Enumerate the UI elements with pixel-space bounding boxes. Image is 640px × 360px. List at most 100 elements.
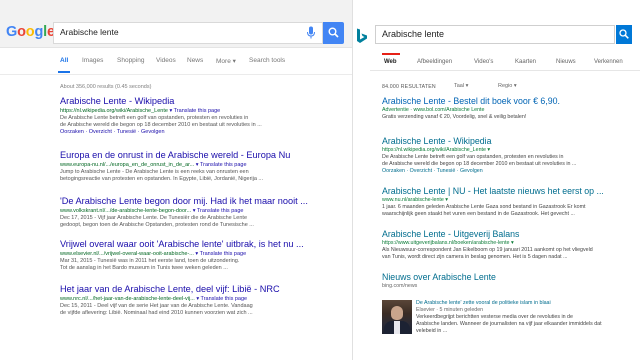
- result-snippet: Dec 17, 2015 - Vijf jaar Arabische Lente…: [60, 215, 248, 221]
- result-title[interactable]: 'De Arabische Lente begon door mij. Had …: [60, 196, 345, 207]
- translate-link[interactable]: ▾ Translate this page: [193, 208, 244, 214]
- search-result: 'De Arabische Lente begon door mij. Had …: [60, 196, 345, 229]
- result-url: https://www.uitgeverijbalans.nl/boeken/a…: [382, 240, 514, 246]
- news-thumbnail[interactable]: [382, 300, 412, 334]
- tab-web[interactable]: Web: [384, 59, 397, 65]
- result-url-line: www.volkskrant.nl/.../de-arabische-lente…: [60, 208, 345, 215]
- result-count: 84.000 RESULTATEN: [382, 84, 436, 90]
- result-snippet: De Arabische Lente betreft een golf van …: [382, 154, 564, 160]
- tab-more[interactable]: More ▾: [216, 57, 236, 65]
- result-url-line: www.nrc.nl/.../het-jaar-van-de-arabische…: [60, 296, 345, 303]
- translate-link[interactable]: ▾ Translate this page: [169, 108, 220, 114]
- result-title[interactable]: Vrijwel overal waar ooit 'Arabische lent…: [60, 239, 345, 250]
- tab-images[interactable]: Images: [82, 57, 103, 64]
- news-source: bing.com/news: [382, 283, 418, 289]
- search-result: Het jaar van de Arabische Lente, deel vi…: [60, 284, 345, 317]
- result-snippet: Dec 15, 2011 - Deel vijf van de serie He…: [60, 303, 253, 309]
- news-block: Nieuws over Arabische Lente bing.com/new…: [382, 272, 634, 342]
- active-tab-indicator: [58, 71, 70, 73]
- translate-link[interactable]: ▾ Translate this page: [196, 162, 247, 168]
- result-snippet: waarschijnlijk geen staakt het vuren een…: [382, 211, 575, 217]
- search-result: Arabische Lente - Uitgeverij Balans http…: [382, 229, 634, 261]
- tab-videos[interactable]: Video's: [474, 59, 493, 65]
- language-filter[interactable]: Taal ▾: [454, 83, 468, 89]
- google-logo[interactable]: Google: [6, 24, 55, 40]
- result-snippet: betogingsreactie van protesten en opstan…: [60, 176, 264, 182]
- ad-result: Arabische Lente - Bestel dit boek voor €…: [382, 96, 634, 121]
- result-snippet: Jump to Arabische Lente - De Arabische L…: [60, 169, 249, 175]
- logo-letter: o: [17, 24, 26, 40]
- tab-all[interactable]: All: [60, 57, 68, 64]
- tab-news[interactable]: News: [187, 57, 203, 64]
- result-snippet: Als Nieuwsuur-correspondent Jan Eikelboo…: [382, 247, 593, 253]
- result-title[interactable]: Arabische Lente - Bestel dit boek voor €…: [382, 96, 634, 107]
- result-title[interactable]: Arabische Lente - Uitgeverij Balans: [382, 229, 634, 240]
- news-snippet: velebeid in ...: [416, 328, 448, 334]
- logo-letter: g: [34, 24, 44, 40]
- search-result: Arabische Lente - Wikipedia https://nl.w…: [60, 96, 345, 136]
- translate-link[interactable]: ▾ Translate this page: [195, 251, 246, 257]
- search-query: Arabische lente: [382, 29, 445, 39]
- result-url-line: www.europa-nu.nl/.../europa_en_de_onrust…: [60, 162, 345, 169]
- divider: [0, 74, 352, 75]
- result-snippet: van Tunis, wordt direct zijn camera in b…: [382, 254, 568, 260]
- bing-logo-icon: [357, 28, 367, 43]
- divider: [370, 70, 640, 71]
- result-snippet: de Arabische wereld die begon op 18 dece…: [382, 161, 577, 167]
- bing-search-button[interactable]: [616, 25, 632, 44]
- tab-afbeeldingen[interactable]: Afbeeldingen: [417, 59, 452, 65]
- thumbnail-figure: [394, 321, 400, 334]
- result-title[interactable]: Arabische Lente | NU - Het laatste nieuw…: [382, 186, 634, 197]
- result-title[interactable]: Europa en de onrust in de Arabische were…: [60, 150, 345, 161]
- news-title[interactable]: Nieuws over Arabische Lente: [382, 272, 634, 283]
- result-snippet: gedoopt, begon toen de Arabische Opstand…: [60, 222, 254, 228]
- thumbnail-figure: [391, 306, 403, 320]
- search-icon: [619, 29, 629, 39]
- result-title[interactable]: Het jaar van de Arabische Lente, deel vi…: [60, 284, 345, 295]
- translate-link[interactable]: ▾ Translate this page: [196, 296, 247, 302]
- search-result: Vrijwel overal waar ooit 'Arabische lent…: [60, 239, 345, 272]
- result-url: www.elsevier.nl/.../vrijwel-overal-waar-…: [60, 251, 194, 257]
- result-url: www.nrc.nl/.../het-jaar-van-de-arabische…: [60, 296, 195, 302]
- tab-shopping[interactable]: Shopping: [117, 57, 144, 64]
- result-snippet: Tot de aanslag in het Bardo museum in Tu…: [60, 265, 228, 271]
- tab-search-tools[interactable]: Search tools: [249, 57, 285, 64]
- microphone-icon[interactable]: [306, 26, 316, 40]
- tab-verkennen[interactable]: Verkennen: [594, 59, 623, 65]
- result-title[interactable]: Arabische Lente - Wikipedia: [382, 136, 634, 147]
- tab-videos[interactable]: Videos: [156, 57, 176, 64]
- result-snippet: 1 jaar. 6 maanden geleden Arabische Lent…: [382, 204, 586, 210]
- result-url: https://nl.wikipedia.org/wiki/Arabische_…: [382, 147, 491, 153]
- result-url: https://nl.wikipedia.org/wiki/Arabische_…: [60, 108, 168, 114]
- result-snippet: De Arabische Lente betreft een golf van …: [60, 115, 249, 121]
- google-search-input[interactable]: Arabische lente: [53, 22, 323, 44]
- result-url: Advertentie · www.bol.com/Arabische Lent…: [382, 107, 485, 113]
- search-result: Europa en de onrust in de Arabische were…: [60, 150, 345, 183]
- active-tab-indicator: [382, 53, 400, 55]
- sitelinks[interactable]: Oorzaken · Overzicht · Tunesië · Gevolge…: [60, 129, 345, 136]
- tab-nieuws[interactable]: Nieuws: [556, 59, 576, 65]
- region-filter[interactable]: Regio ▾: [498, 83, 517, 89]
- result-url: www.europa-nu.nl/.../europa_en_de_onrust…: [60, 162, 195, 168]
- result-url-line: https://nl.wikipedia.org/wiki/Arabische_…: [60, 108, 345, 115]
- bing-search-input[interactable]: Arabische lente: [375, 25, 615, 44]
- result-snippet: de vijfde aflevering: Libië. Nominaal ha…: [60, 310, 253, 316]
- google-results-panel: Google Arabische lente All Images Shoppi…: [0, 0, 352, 360]
- logo-letter: G: [6, 24, 18, 40]
- logo-letter: o: [25, 24, 35, 40]
- news-snippet: Verkeerdbegrijpt berichtten vesterse med…: [416, 314, 573, 320]
- news-headline[interactable]: De Arabische lente' zette vooral de poli…: [416, 300, 634, 307]
- result-snippet: Mar 31, 2015 - Tunesië was in 2011 het e…: [60, 258, 240, 264]
- news-meta: Elsevier · 5 minuten geleden: [416, 307, 484, 313]
- tab-kaarten[interactable]: Kaarten: [515, 59, 536, 65]
- panel-divider: [352, 0, 353, 360]
- result-url: www.volkskrant.nl/.../de-arabische-lente…: [60, 208, 192, 214]
- result-snippet: Gratis verzending vanaf € 20, Voordelig,…: [382, 114, 527, 120]
- result-title[interactable]: Arabische Lente - Wikipedia: [60, 96, 345, 107]
- result-url-line: www.elsevier.nl/.../vrijwel-overal-waar-…: [60, 251, 345, 258]
- result-stats: About 356,000 results (0.45 seconds): [60, 84, 152, 90]
- sitelinks[interactable]: Oorzaken · Overzicht · Tunesië · Gevolge…: [382, 168, 634, 175]
- result-url: www.nu.nl/arabische-lente ▾: [382, 197, 448, 203]
- google-search-button[interactable]: [323, 22, 344, 44]
- search-result: Arabische Lente | NU - Het laatste nieuw…: [382, 186, 634, 218]
